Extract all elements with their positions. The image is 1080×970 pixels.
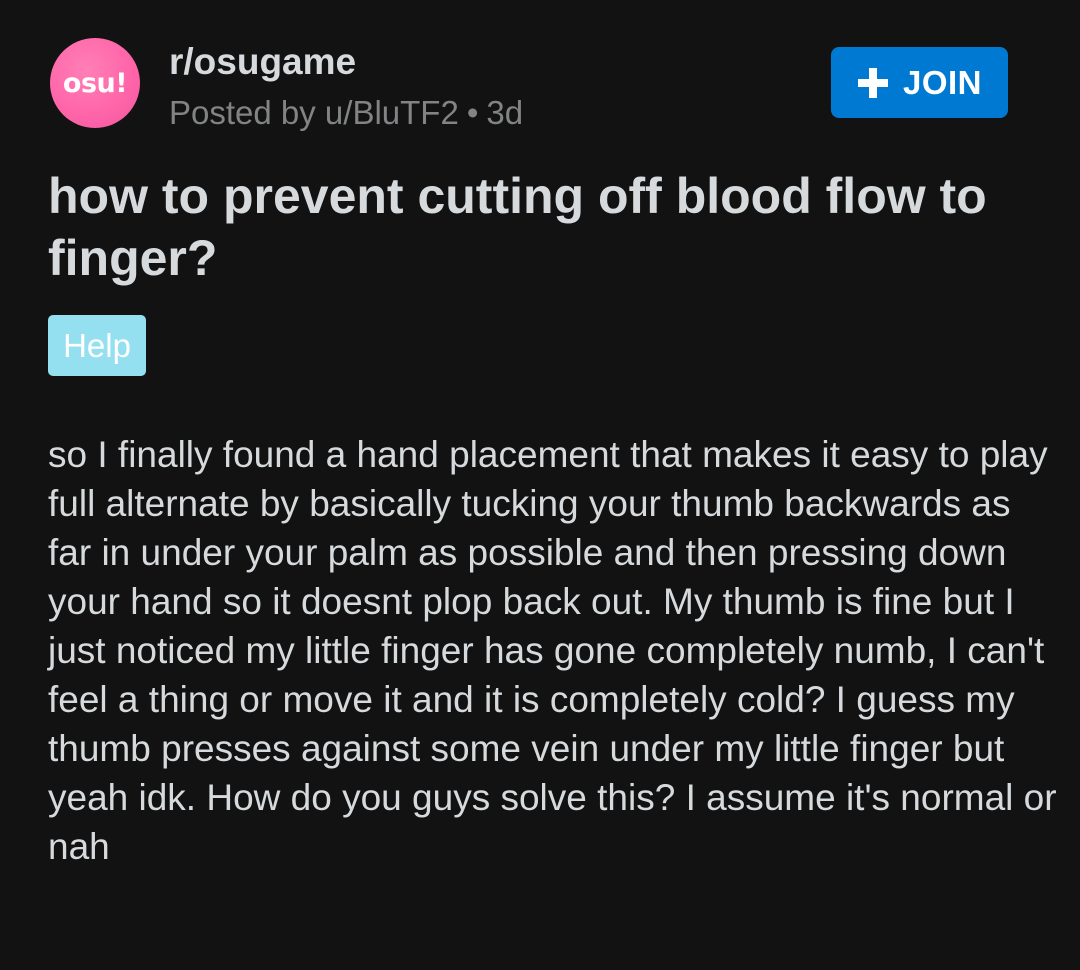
post-meta: Posted by u/BluTF2 • 3d — [169, 92, 523, 134]
subreddit-name[interactable]: r/osugame — [169, 40, 356, 84]
post-flair[interactable]: Help — [48, 315, 146, 376]
meta-separator: • — [466, 94, 479, 131]
posted-by[interactable]: Posted by u/BluTF2 — [169, 94, 459, 131]
join-label: JOIN — [902, 63, 983, 101]
post-header: osu! r/osugame Posted by u/BluTF2 • 3d JOI… — [0, 0, 1080, 150]
osu-logo-text: osu! — [62, 67, 128, 99]
post-age: 3d — [486, 94, 524, 131]
post-title[interactable]: how to prevent cutting off blood flow to… — [48, 165, 1038, 289]
join-button[interactable]: JOIN — [831, 47, 1008, 118]
post-body: so I finally found a hand placement that… — [48, 434, 1057, 867]
subreddit-avatar[interactable]: osu! — [50, 38, 140, 128]
plus-icon — [857, 67, 888, 98]
